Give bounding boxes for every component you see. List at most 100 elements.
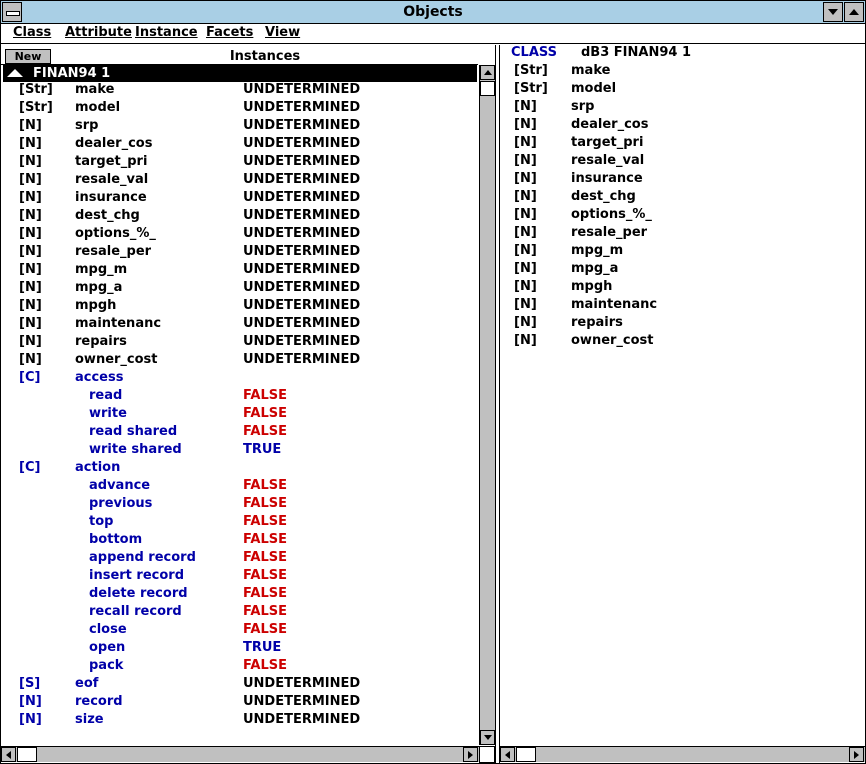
attribute-value[interactable]: FALSE bbox=[243, 586, 287, 601]
menu-instance[interactable]: Instance bbox=[135, 25, 198, 40]
list-item[interactable]: [Str] make bbox=[500, 63, 860, 81]
table-row[interactable]: insert record FALSE bbox=[1, 568, 477, 586]
list-item[interactable]: [N] srp bbox=[500, 99, 860, 117]
class-horizontal-scrollbar[interactable] bbox=[500, 746, 865, 762]
attribute-value[interactable]: FALSE bbox=[243, 658, 287, 673]
menu-view[interactable]: View bbox=[265, 25, 300, 40]
attribute-value[interactable]: FALSE bbox=[243, 424, 287, 439]
scroll-right-button[interactable] bbox=[463, 747, 478, 762]
attribute-value[interactable]: UNDETERMINED bbox=[243, 262, 360, 277]
table-row[interactable]: previous FALSE bbox=[1, 496, 477, 514]
table-row[interactable]: write shared TRUE bbox=[1, 442, 477, 460]
attribute-value[interactable]: UNDETERMINED bbox=[243, 298, 360, 313]
table-row[interactable]: [N] maintenanc UNDETERMINED bbox=[1, 316, 477, 334]
list-item[interactable]: [N] resale_val bbox=[500, 153, 860, 171]
selected-instance-row[interactable]: FINAN94 1 bbox=[3, 65, 477, 82]
table-row[interactable]: [N] resale_per UNDETERMINED bbox=[1, 244, 477, 262]
table-row[interactable]: close FALSE bbox=[1, 622, 477, 640]
hscroll-thumb[interactable] bbox=[17, 747, 37, 762]
attribute-value[interactable]: UNDETERMINED bbox=[243, 280, 360, 295]
scroll-up-button[interactable] bbox=[480, 65, 495, 80]
table-row[interactable]: recall record FALSE bbox=[1, 604, 477, 622]
table-row[interactable]: top FALSE bbox=[1, 514, 477, 532]
table-row[interactable]: [N] record UNDETERMINED bbox=[1, 694, 477, 712]
scroll-left-button[interactable] bbox=[1, 747, 16, 762]
table-row[interactable]: [N] target_pri UNDETERMINED bbox=[1, 154, 477, 172]
table-row[interactable]: [N] dealer_cos UNDETERMINED bbox=[1, 136, 477, 154]
menu-class[interactable]: Class bbox=[13, 25, 51, 40]
attribute-value[interactable]: FALSE bbox=[243, 550, 287, 565]
list-item[interactable]: [N] resale_per bbox=[500, 225, 860, 243]
list-item[interactable]: [N] dealer_cos bbox=[500, 117, 860, 135]
attribute-value[interactable]: FALSE bbox=[243, 478, 287, 493]
list-item[interactable]: [N] maintenanc bbox=[500, 297, 860, 315]
attribute-value[interactable]: TRUE bbox=[243, 442, 281, 457]
table-row[interactable]: bottom FALSE bbox=[1, 532, 477, 550]
table-row[interactable]: advance FALSE bbox=[1, 478, 477, 496]
attribute-value[interactable]: FALSE bbox=[243, 568, 287, 583]
attribute-value[interactable]: UNDETERMINED bbox=[243, 172, 360, 187]
menu-facets[interactable]: Facets bbox=[206, 25, 253, 40]
table-row[interactable]: [N] owner_cost UNDETERMINED bbox=[1, 352, 477, 370]
scroll-thumb[interactable] bbox=[480, 81, 495, 96]
table-row[interactable]: [N] options_%_ UNDETERMINED bbox=[1, 226, 477, 244]
attribute-value[interactable]: UNDETERMINED bbox=[243, 352, 360, 367]
table-row[interactable]: [N] mpgh UNDETERMINED bbox=[1, 298, 477, 316]
attribute-value[interactable]: UNDETERMINED bbox=[243, 316, 360, 331]
table-row[interactable]: delete record FALSE bbox=[1, 586, 477, 604]
instances-vertical-scrollbar[interactable] bbox=[479, 65, 495, 745]
class-hscroll-thumb[interactable] bbox=[516, 747, 536, 762]
table-row[interactable]: [N] dest_chg UNDETERMINED bbox=[1, 208, 477, 226]
list-item[interactable]: [N] mpg_m bbox=[500, 243, 860, 261]
table-row[interactable]: read shared FALSE bbox=[1, 424, 477, 442]
table-row[interactable]: open TRUE bbox=[1, 640, 477, 658]
table-row[interactable]: [C] access bbox=[1, 370, 477, 388]
table-row[interactable]: pack FALSE bbox=[1, 658, 477, 676]
table-row[interactable]: [N] insurance UNDETERMINED bbox=[1, 190, 477, 208]
table-row[interactable]: [N] mpg_a UNDETERMINED bbox=[1, 280, 477, 298]
table-row[interactable]: read FALSE bbox=[1, 388, 477, 406]
table-row[interactable]: [N] size UNDETERMINED bbox=[1, 712, 477, 730]
new-instance-button[interactable]: New bbox=[5, 49, 51, 64]
list-item[interactable]: [N] target_pri bbox=[500, 135, 860, 153]
instances-horizontal-scrollbar[interactable] bbox=[1, 746, 479, 762]
attribute-value[interactable]: FALSE bbox=[243, 604, 287, 619]
table-row[interactable]: [C] action bbox=[1, 460, 477, 478]
attribute-value[interactable]: UNDETERMINED bbox=[243, 190, 360, 205]
attribute-value[interactable]: UNDETERMINED bbox=[243, 712, 360, 727]
attribute-value[interactable]: FALSE bbox=[243, 406, 287, 421]
attribute-value[interactable]: UNDETERMINED bbox=[243, 694, 360, 709]
table-row[interactable]: append record FALSE bbox=[1, 550, 477, 568]
attribute-value[interactable]: UNDETERMINED bbox=[243, 676, 360, 691]
list-item[interactable]: [N] insurance bbox=[500, 171, 860, 189]
class-scroll-left-button[interactable] bbox=[500, 747, 515, 762]
maximize-button[interactable] bbox=[844, 2, 864, 22]
attribute-value[interactable]: UNDETERMINED bbox=[243, 226, 360, 241]
scroll-down-button[interactable] bbox=[480, 730, 495, 745]
table-row[interactable]: [N] srp UNDETERMINED bbox=[1, 118, 477, 136]
attribute-value[interactable]: FALSE bbox=[243, 514, 287, 529]
table-row[interactable]: [N] mpg_m UNDETERMINED bbox=[1, 262, 477, 280]
attribute-value[interactable]: UNDETERMINED bbox=[243, 136, 360, 151]
minimize-button[interactable] bbox=[823, 2, 843, 22]
list-item[interactable]: [N] owner_cost bbox=[500, 333, 860, 351]
attribute-value[interactable]: UNDETERMINED bbox=[243, 334, 360, 349]
list-item[interactable]: [N] mpgh bbox=[500, 279, 860, 297]
table-row[interactable]: [N] resale_val UNDETERMINED bbox=[1, 172, 477, 190]
attribute-value[interactable]: UNDETERMINED bbox=[243, 100, 360, 115]
attribute-value[interactable]: FALSE bbox=[243, 622, 287, 637]
attribute-value[interactable]: UNDETERMINED bbox=[243, 118, 360, 133]
menu-attribute[interactable]: Attribute bbox=[65, 25, 132, 40]
attribute-value[interactable]: UNDETERMINED bbox=[243, 208, 360, 223]
collapse-triangle-icon[interactable] bbox=[7, 69, 23, 77]
table-row[interactable]: write FALSE bbox=[1, 406, 477, 424]
attribute-value[interactable]: UNDETERMINED bbox=[243, 82, 360, 97]
table-row[interactable]: [N] repairs UNDETERMINED bbox=[1, 334, 477, 352]
attribute-value[interactable]: UNDETERMINED bbox=[243, 154, 360, 169]
table-row[interactable]: [Str] make UNDETERMINED bbox=[1, 82, 477, 100]
attribute-value[interactable]: FALSE bbox=[243, 496, 287, 511]
table-row[interactable]: [Str] model UNDETERMINED bbox=[1, 100, 477, 118]
list-item[interactable]: [N] mpg_a bbox=[500, 261, 860, 279]
table-row[interactable]: [S] eof UNDETERMINED bbox=[1, 676, 477, 694]
class-scroll-right-button[interactable] bbox=[849, 747, 864, 762]
